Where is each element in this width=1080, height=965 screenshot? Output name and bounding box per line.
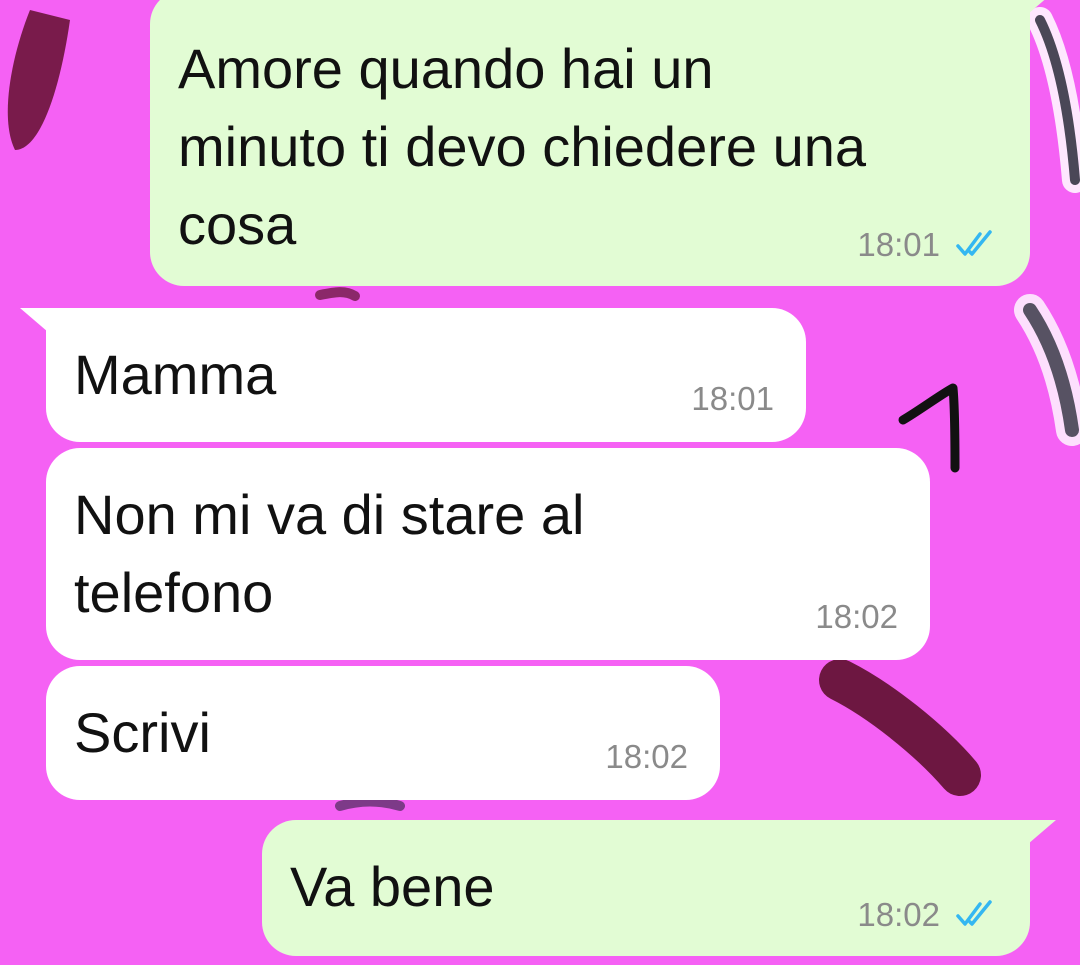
message-time: 18:02 (815, 598, 898, 635)
message-bubble-incoming[interactable]: Non mi va di stare al telefono 18:02 (46, 448, 930, 660)
message-time: 18:01 (857, 226, 940, 263)
message-meta: 18:02 (605, 738, 688, 776)
message-meta: 18:01 (691, 380, 774, 418)
message-meta: 18:01 (857, 226, 1000, 264)
message-bubble-incoming[interactable]: Mamma 18:01 (20, 308, 806, 442)
message-time: 18:02 (857, 896, 940, 933)
message-bubble-incoming[interactable]: Scrivi 18:02 (46, 666, 720, 800)
double-check-read-icon (956, 230, 992, 256)
bubble-tail (1028, 0, 1045, 14)
double-check-read-icon (956, 900, 992, 926)
bubble-tail (20, 308, 48, 332)
message-bubble-outgoing[interactable]: Amore quando hai un minuto ti devo chied… (150, 0, 1045, 286)
message-text: Non mi va di stare al telefono (74, 483, 585, 624)
message-bubble-outgoing[interactable]: Va bene 18:02 (262, 820, 1056, 956)
bubble-tail (1028, 820, 1056, 844)
message-text: Mamma (74, 343, 277, 406)
message-meta: 18:02 (815, 598, 898, 636)
message-meta: 18:02 (857, 896, 1000, 934)
handwritten-number-one (898, 383, 960, 473)
message-time: 18:01 (691, 380, 774, 417)
message-text: Scrivi (74, 701, 211, 764)
message-time: 18:02 (605, 738, 688, 775)
